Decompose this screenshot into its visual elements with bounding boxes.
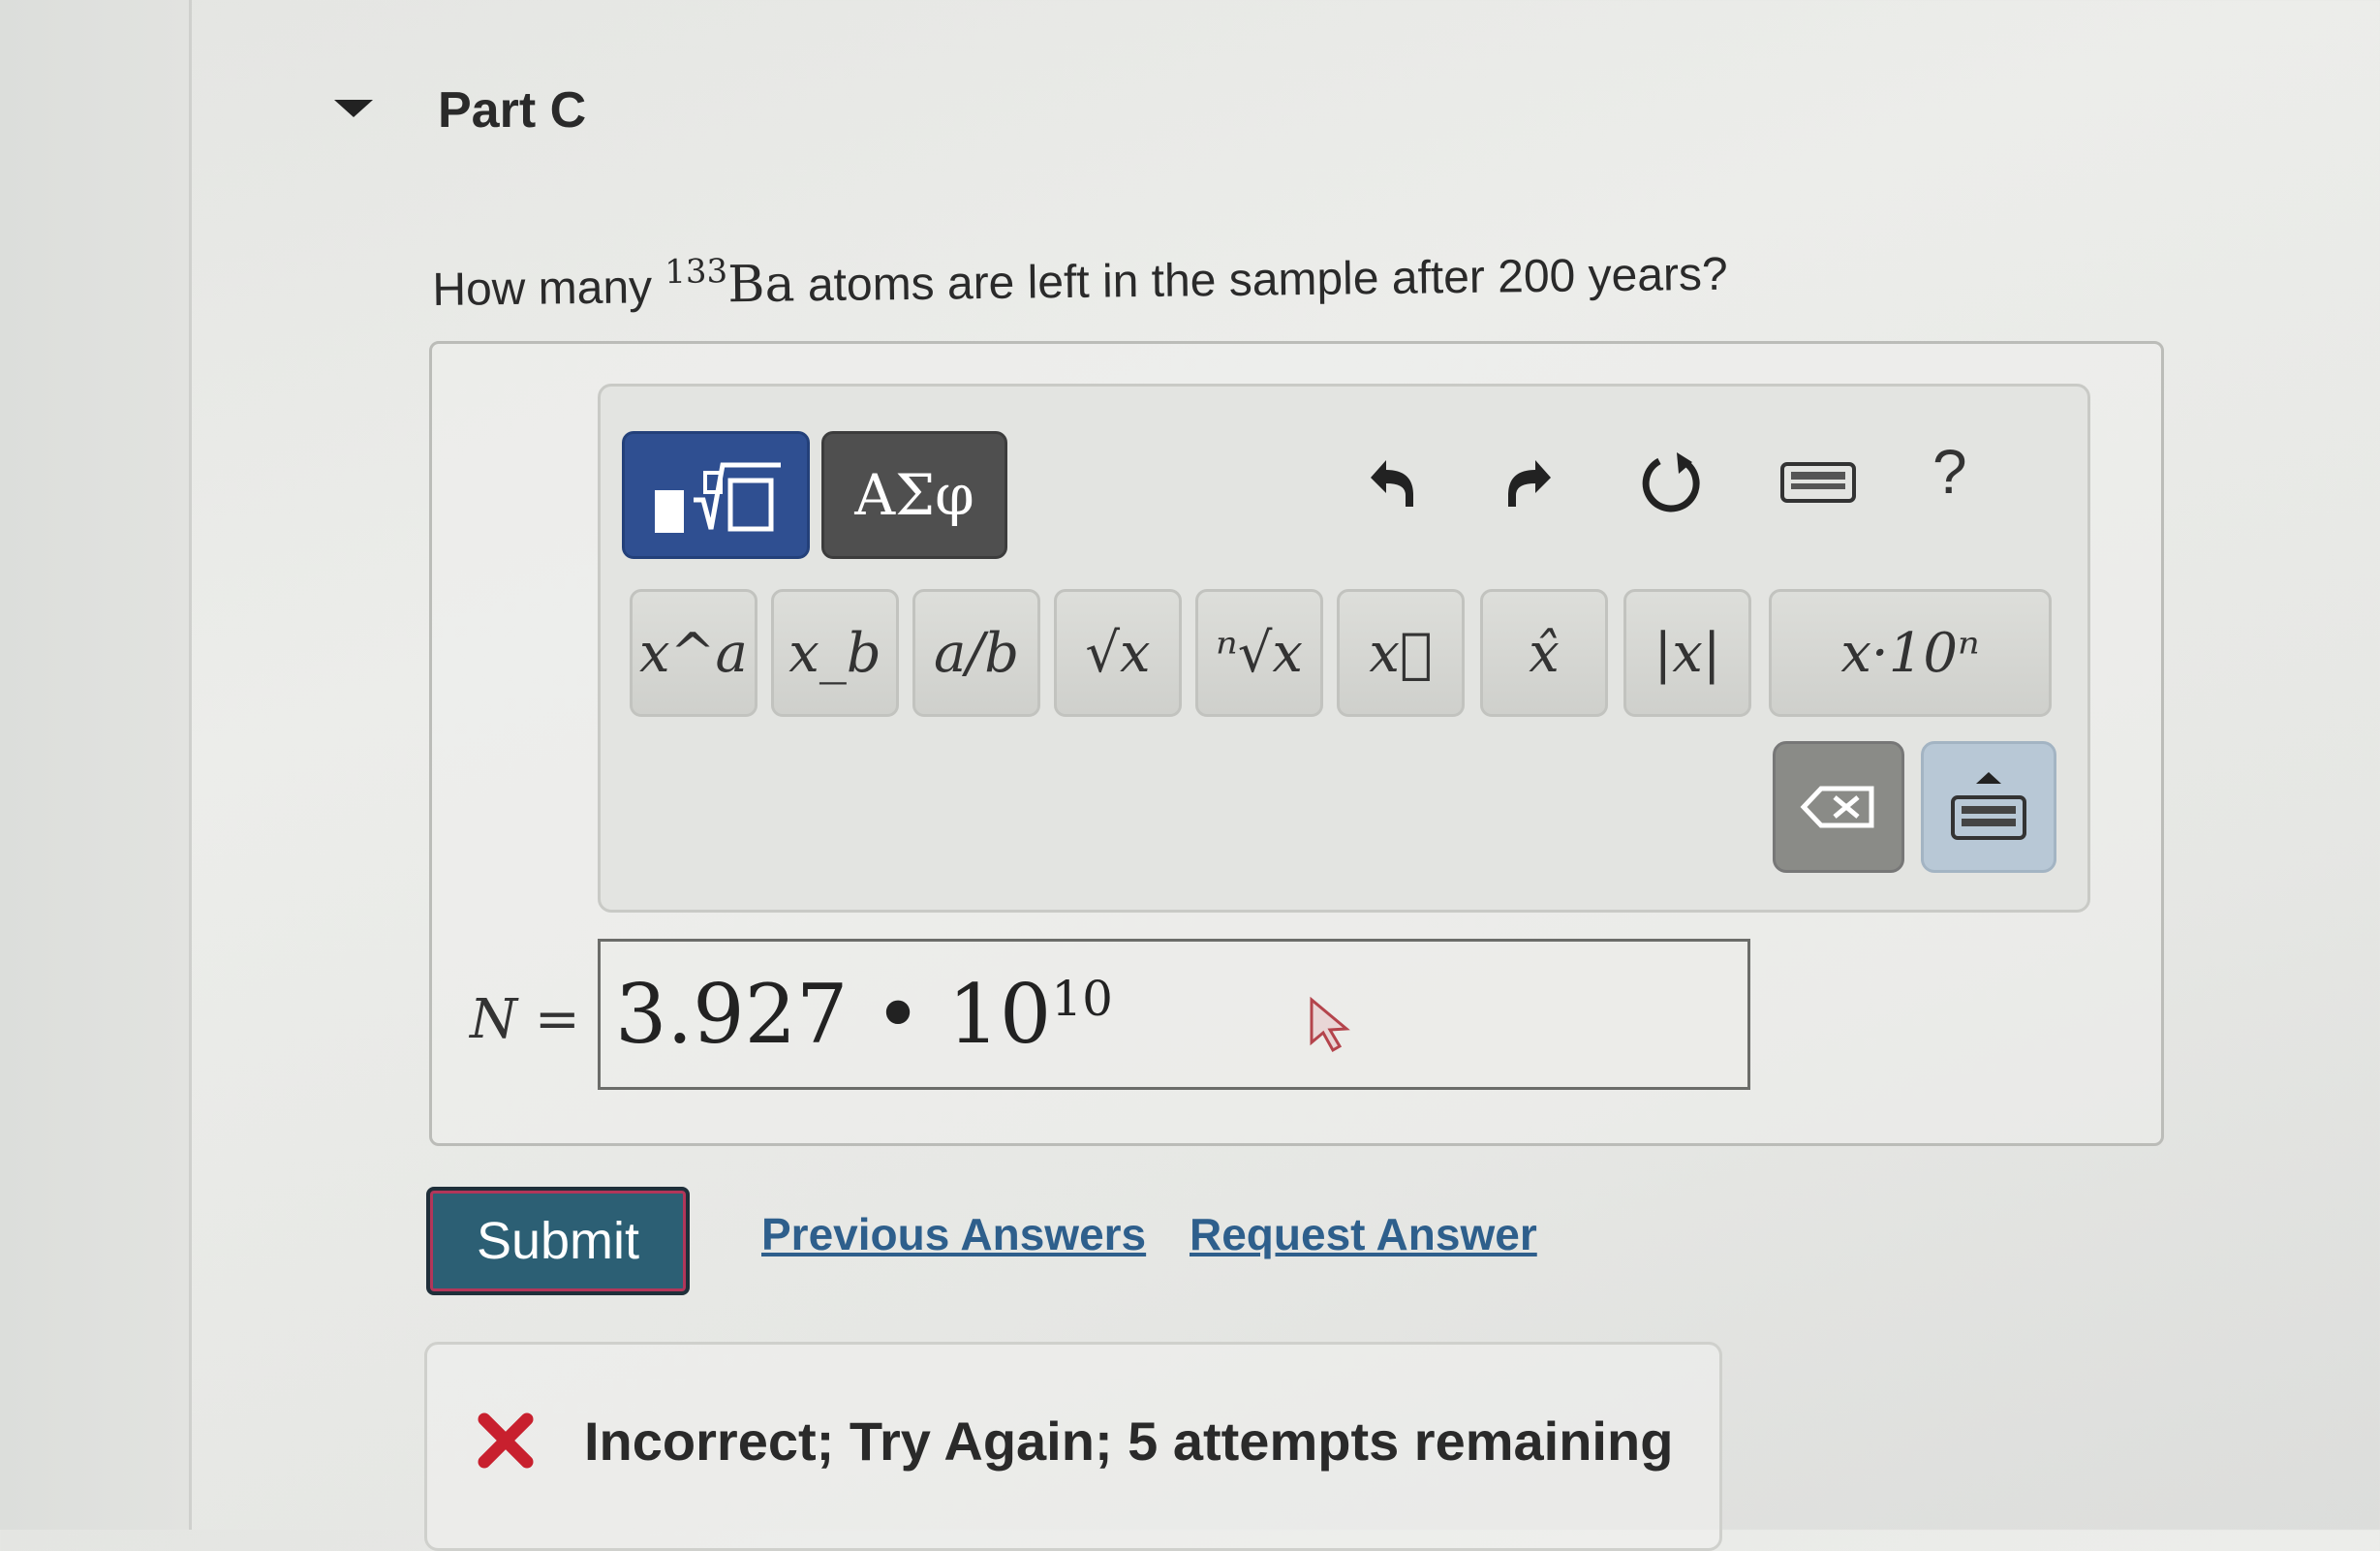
answer-input[interactable]: 3.927 • 10 10 xyxy=(598,939,1750,1090)
backspace-icon xyxy=(1800,786,1874,828)
greek-tab[interactable]: ΑΣφ xyxy=(821,431,1007,559)
question-prefix: How many xyxy=(432,262,653,316)
abs-key[interactable]: |x| xyxy=(1623,589,1751,717)
answer-mantissa: 3.927 xyxy=(615,967,849,1062)
reset-icon[interactable] xyxy=(1633,444,1711,521)
templates-tab[interactable] xyxy=(622,431,810,559)
subscript-key[interactable]: x_b xyxy=(771,589,899,717)
request-answer-link[interactable]: Request Answer xyxy=(1190,1208,1537,1260)
vector-key[interactable]: x⃗ xyxy=(1337,589,1465,717)
isotope-mass: 133 xyxy=(665,252,728,293)
submit-button[interactable]: Submit xyxy=(426,1187,690,1295)
feedback-message: Incorrect; Try Again; 5 attempts remaini… xyxy=(584,1411,1674,1472)
answer-dot: • xyxy=(874,967,922,1062)
backspace-button[interactable] xyxy=(1773,741,1904,873)
templates-icon xyxy=(655,462,781,533)
nth-root-key[interactable]: ⁿ√x xyxy=(1195,589,1323,717)
fraction-key[interactable]: a/b xyxy=(912,589,1040,717)
sqrt-key[interactable]: √x xyxy=(1054,589,1182,717)
undo-icon[interactable] xyxy=(1352,444,1430,521)
question-text: How many 133Ba atoms are left in the sam… xyxy=(432,244,1728,318)
left-margin xyxy=(0,0,192,1530)
keyboard-icon[interactable] xyxy=(1775,444,1862,521)
previous-answers-link[interactable]: Previous Answers xyxy=(761,1208,1146,1260)
sci-notation-key[interactable]: x·10ⁿ xyxy=(1769,589,2052,717)
redo-icon[interactable] xyxy=(1492,444,1569,521)
incorrect-x-icon xyxy=(475,1410,537,1476)
question-suffix: atoms are left in the sample after 200 y… xyxy=(807,248,1728,312)
mouse-pointer-icon xyxy=(1308,996,1356,1059)
answer-exponent: 10 xyxy=(1051,971,1113,1027)
part-title: Part C xyxy=(438,82,587,139)
power-key[interactable]: x^a xyxy=(630,589,757,717)
collapse-caret-icon[interactable] xyxy=(334,100,373,117)
help-button[interactable]: ? xyxy=(1932,436,1967,508)
answer-base: 10 xyxy=(947,967,1052,1062)
element-symbol: Ba xyxy=(726,255,795,315)
toggle-keyboard-button[interactable] xyxy=(1921,741,2056,873)
keyboard-up-icon xyxy=(1951,772,2026,840)
variable-label: N = xyxy=(470,988,580,1051)
unit-vector-key[interactable]: x̂ xyxy=(1480,589,1608,717)
